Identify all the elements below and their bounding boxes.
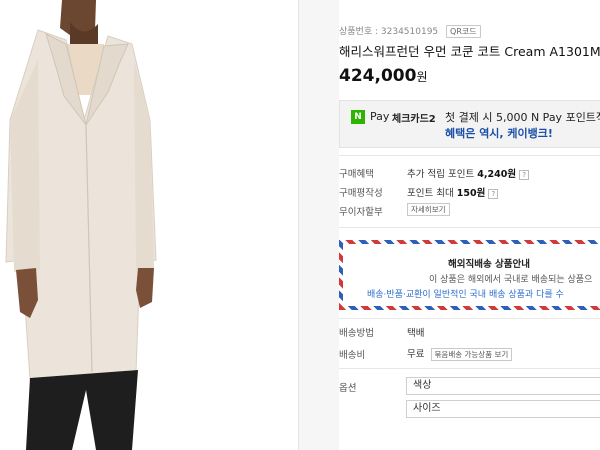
product-image-panel[interactable] [0, 0, 298, 450]
options-label: 옵션 [339, 383, 357, 394]
installment-label: 무이자할부 [339, 207, 383, 218]
product-price: 424,000원 [339, 66, 427, 86]
promo-card-label: 체크카드2 [392, 114, 436, 125]
price-unit: 원 [416, 70, 428, 84]
shipping-fee-amount: 무료 [407, 349, 425, 360]
divider [339, 368, 600, 369]
review-amount: 150원 [456, 188, 486, 199]
overseas-notice-title: 해외직배송 상품안내 [448, 259, 530, 270]
installment-detail-button[interactable]: 자세히보기 [407, 203, 450, 216]
price-value: 424,000 [339, 66, 417, 86]
help-icon[interactable]: ? [488, 188, 499, 199]
product-number-value: 3234510195 [380, 27, 439, 37]
purchase-benefit-amount: 4,240원 [477, 169, 517, 180]
divider [339, 318, 600, 319]
qr-code-button[interactable]: QR코드 [446, 25, 481, 38]
npay-promo-banner[interactable]: N Pay 체크카드2 첫 결제 시 5,000 N Pay 포인트적립 혜택은… [339, 100, 600, 148]
bundle-shipping-button[interactable]: 묶음배송 가능상품 보기 [430, 348, 513, 361]
size-select[interactable]: 사이즈 [406, 400, 600, 418]
npay-icon: N [351, 110, 365, 124]
purchase-benefit-label: 구매혜택 [339, 169, 374, 180]
shipping-fee-value: 무료 묶음배송 가능상품 보기 [407, 346, 513, 361]
shipping-method-label: 배송방법 [339, 328, 374, 339]
installment-value: 자세히보기 [407, 203, 450, 216]
divider [339, 227, 600, 228]
product-image[interactable] [0, 0, 298, 450]
promo-line-1: 첫 결제 시 5,000 N Pay 포인트적립 [445, 111, 600, 124]
purchase-benefit-value: 추가 적립 포인트 4,240원? [407, 166, 530, 180]
help-icon[interactable]: ? [519, 169, 530, 180]
overseas-shipping-notice: 해외직배송 상품안내 이 상품은 해외에서 국내로 배송되는 상품으 배송·반품… [339, 240, 600, 310]
npay-label: Pay [370, 110, 390, 123]
product-number-label: 상품번호 : [339, 27, 379, 37]
product-number: 상품번호 : 3234510195 QR코드 [339, 24, 481, 38]
divider [339, 155, 600, 156]
review-value: 포인트 최대 150원? [407, 185, 499, 199]
shipping-method-value: 택배 [407, 328, 425, 339]
color-select[interactable]: 색상 [406, 377, 600, 395]
product-info-panel: 상품번호 : 3234510195 QR코드 해리스워프런던 우먼 코쿤 코트 … [299, 0, 600, 450]
promo-line-2: 혜택은 역시, 케이뱅크! [445, 127, 553, 140]
product-info-content: 상품번호 : 3234510195 QR코드 해리스워프런던 우먼 코쿤 코트 … [339, 0, 600, 450]
overseas-notice-line-1: 이 상품은 해외에서 국내로 배송되는 상품으 [429, 275, 593, 285]
purchase-benefit-text: 추가 적립 포인트 [407, 169, 475, 180]
review-label: 구매평작성 [339, 188, 383, 199]
shipping-fee-label: 배송비 [339, 350, 366, 361]
overseas-notice-line-2[interactable]: 배송·반품·교환이 일반적인 국내 배송 상품과 다를 수 [367, 287, 564, 300]
product-title: 해리스워프런던 우먼 코쿤 코트 Cream A1301MLK [339, 44, 600, 59]
review-text: 포인트 최대 [407, 188, 454, 199]
